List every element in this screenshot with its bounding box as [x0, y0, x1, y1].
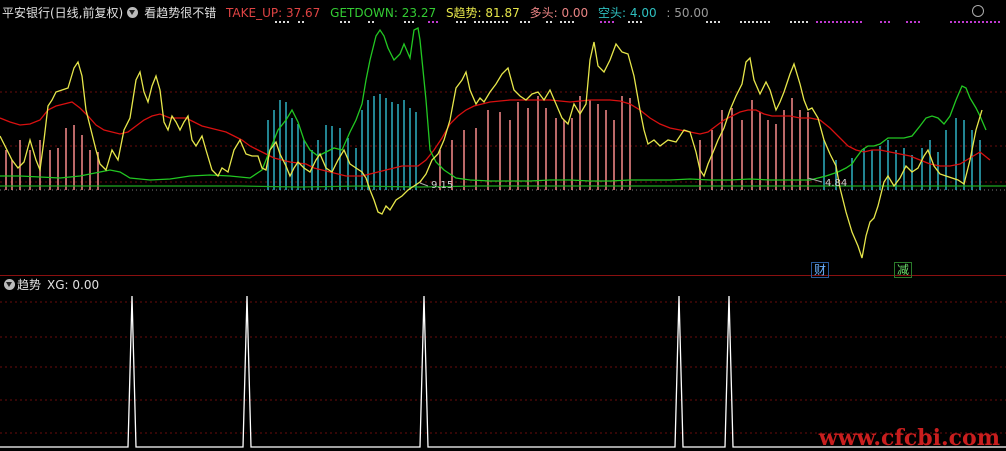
signal-dot — [910, 21, 912, 23]
signal-dot — [768, 21, 770, 23]
signal-dot — [836, 21, 838, 23]
signal-dot — [966, 21, 968, 23]
signal-dot — [844, 21, 846, 23]
signal-dot — [816, 21, 818, 23]
signal-dot — [748, 21, 750, 23]
signal-dot — [740, 21, 742, 23]
dropdown-icon[interactable] — [4, 279, 15, 290]
signal-dot — [752, 21, 754, 23]
green-base-line — [0, 185, 1006, 188]
signal-dot — [848, 21, 850, 23]
signal-dot — [884, 21, 886, 23]
xg-value: XG: 0.00 — [47, 278, 100, 292]
main-panel-header: 平安银行(日线,前复权) 看趋势很不错 TAKE_UP: 37.67 GETDOW… — [2, 4, 715, 22]
kongtou-value: 空头: 4.00 — [598, 6, 657, 20]
signal-dot — [764, 21, 766, 23]
grid-lines — [0, 91, 1006, 434]
signal-dot — [974, 21, 976, 23]
signal-dot — [914, 21, 916, 23]
signal-dot — [798, 21, 800, 23]
volume-bars — [5, 94, 981, 190]
duotou-value: 多头: 0.00 — [529, 6, 589, 20]
red-line — [0, 99, 991, 177]
watermark: www.cfcbi.com — [818, 425, 1000, 451]
badge-cai: 财 — [811, 262, 830, 278]
badge-jian: 减 — [894, 262, 913, 278]
signal-dot — [806, 21, 808, 23]
s-trend-value: S趋势: 81.87 — [445, 6, 520, 20]
level-value: : 50.00 — [666, 6, 709, 20]
signal-dot — [962, 21, 964, 23]
signal-dot — [906, 21, 908, 23]
dropdown-icon[interactable] — [127, 7, 139, 18]
stock-title[interactable]: 平安银行(日线,前复权) — [2, 4, 123, 22]
signal-dot — [820, 21, 822, 23]
signal-dot — [998, 21, 1000, 23]
low-marker-2: 4.84 — [825, 178, 847, 189]
signal-dot — [840, 21, 842, 23]
signal-dot — [802, 21, 804, 23]
signal-dot — [832, 21, 834, 23]
signal-dot — [982, 21, 984, 23]
low-marker-1: 9.15 — [431, 180, 453, 191]
sub-panel-header: 趋势 XG: 0.00 — [2, 276, 105, 294]
yellow-line — [0, 41, 983, 259]
signal-dot — [860, 21, 862, 23]
signal-dot — [958, 21, 960, 23]
signal-dot — [744, 21, 746, 23]
signal-dot — [954, 21, 956, 23]
signal-dot — [918, 21, 920, 23]
panel-separator — [0, 275, 1006, 276]
signal-dot — [986, 21, 988, 23]
green-line — [0, 27, 987, 182]
sub-panel-title[interactable]: 趋势 — [17, 276, 41, 294]
signal-dot — [824, 21, 826, 23]
low-marker-1-pointer — [419, 182, 429, 187]
signal-dot — [756, 21, 758, 23]
signal-dot — [880, 21, 882, 23]
indicator-name[interactable]: 看趋势很不错 — [144, 4, 216, 22]
take-up-value: TAKE_UP: 37.67 — [226, 6, 321, 20]
signal-dot — [790, 21, 792, 23]
signal-dot — [760, 21, 762, 23]
signal-dot — [794, 21, 796, 23]
signal-dot — [828, 21, 830, 23]
getdown-value: GETDOWN: 23.27 — [330, 6, 437, 20]
signal-dot — [856, 21, 858, 23]
signal-dot — [852, 21, 854, 23]
main-chart: 9.15 4.84 — [0, 21, 1006, 448]
signal-dot — [978, 21, 980, 23]
maximize-icon[interactable] — [972, 5, 984, 17]
signal-dot — [718, 21, 720, 23]
signal-dot — [888, 21, 890, 23]
signal-dot — [950, 21, 952, 23]
signal-dot — [994, 21, 996, 23]
signal-dot — [970, 21, 972, 23]
signal-dot — [990, 21, 992, 23]
